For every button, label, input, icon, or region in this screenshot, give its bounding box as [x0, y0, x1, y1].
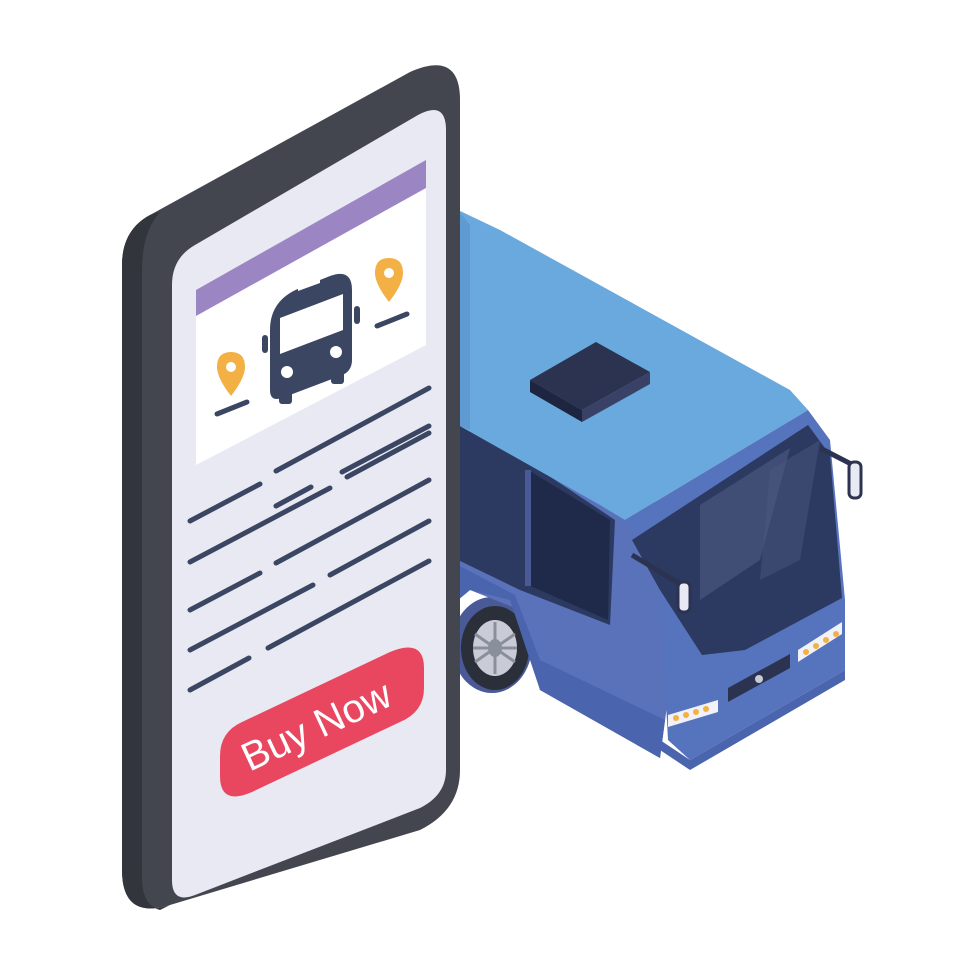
- smartphone-icon: Buy Now: [122, 65, 460, 910]
- bus-ticket-illustration: Buy Now: [122, 65, 863, 910]
- bus-illustration: [452, 210, 863, 770]
